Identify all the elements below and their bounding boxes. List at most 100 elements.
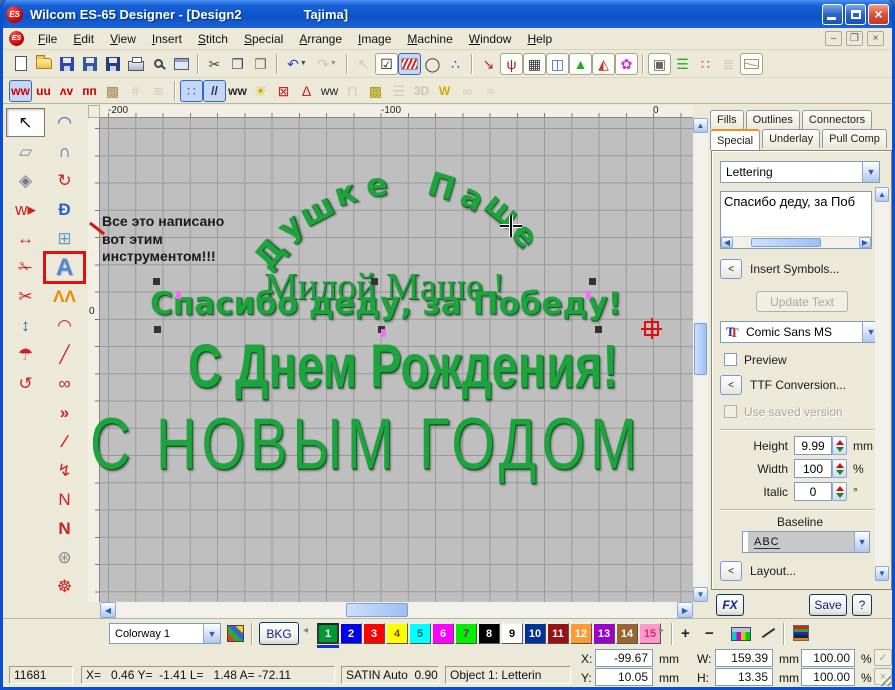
- panel-scrollbar[interactable]: ▲ ▼: [875, 187, 889, 581]
- satin-stitch-icon[interactable]: ww: [9, 80, 32, 102]
- mdi-minimize-button[interactable]: –: [825, 31, 842, 46]
- bkg-button[interactable]: BKG: [259, 622, 299, 645]
- print-preview-icon[interactable]: [147, 53, 170, 75]
- thread-colors-icon[interactable]: [731, 627, 751, 641]
- line-nodes-tool[interactable]: ╱: [45, 340, 84, 369]
- boxed-x-effect-icon[interactable]: ⊠: [272, 80, 295, 102]
- menu-machine[interactable]: Machine: [399, 29, 460, 49]
- mdi-close-button[interactable]: ×: [867, 31, 884, 46]
- stitch-player-icon[interactable]: [170, 53, 193, 75]
- hide-connectors-icon[interactable]: [760, 626, 776, 640]
- stitch-edit[interactable]: w▸: [6, 195, 45, 224]
- w-effect-icon[interactable]: W: [433, 80, 456, 102]
- resize-grip[interactable]: [878, 673, 891, 686]
- color-swatch-13[interactable]: 13: [593, 623, 615, 644]
- menu-image[interactable]: Image: [350, 29, 399, 49]
- panel-scroll-down-button[interactable]: ▼: [875, 566, 889, 581]
- arc-tool[interactable]: ◠: [45, 108, 84, 137]
- save-button[interactable]: Save: [809, 594, 847, 616]
- design-canvas[interactable]: -200-1000 0 ДушкеПаше Все это написано в…: [88, 105, 708, 618]
- textbox-hscrollbar[interactable]: ◀ ▶: [721, 236, 871, 248]
- vertical-scrollbar[interactable]: ▲ ▼: [693, 118, 708, 602]
- menu-window[interactable]: Window: [461, 29, 520, 49]
- update-text-button[interactable]: Update Text: [756, 291, 848, 312]
- grid-toggle-icon[interactable]: ▦: [523, 53, 546, 75]
- palette-prev-arrow[interactable]: ◂: [303, 625, 308, 636]
- fx-button[interactable]: FX: [716, 594, 744, 616]
- e-stitch-icon[interactable]: пп: [78, 80, 101, 102]
- x-field[interactable]: -99.67: [595, 649, 653, 667]
- send-to-mail-icon[interactable]: [740, 53, 763, 75]
- closed-outline-icon[interactable]: ◯: [421, 53, 444, 75]
- y-field[interactable]: 10.05: [595, 668, 653, 686]
- palette-next-arrow[interactable]: ▸: [659, 625, 664, 636]
- menu-insert[interactable]: Insert: [144, 29, 190, 49]
- contour-fill-icon[interactable]: ≋: [147, 80, 170, 102]
- mirror-d-tool[interactable]: Ð: [45, 195, 84, 224]
- print-icon[interactable]: [124, 53, 147, 75]
- auto-select-icon[interactable]: ↖: [352, 53, 375, 75]
- lettering-tool[interactable]: A: [45, 253, 84, 282]
- h-percent-field[interactable]: 100.00: [801, 668, 855, 686]
- w-percent-field[interactable]: 100.00: [801, 649, 855, 667]
- auto-sequence-icon[interactable]: ≣: [717, 53, 740, 75]
- colorway-selector[interactable]: Colorway 1▼: [109, 623, 221, 644]
- zigzag-stitch-type-icon[interactable]: ʌv: [55, 80, 78, 102]
- envelope-warp-1-icon[interactable]: ∞: [456, 80, 479, 102]
- tab-outlines[interactable]: Outlines: [746, 110, 800, 129]
- select-tool[interactable]: ↖: [6, 108, 45, 137]
- redo-icon[interactable]: ↷▼: [312, 53, 342, 75]
- touch-up-bitmap-icon[interactable]: ▣: [648, 53, 671, 75]
- menu-file[interactable]: File: [30, 29, 65, 49]
- tab-underlay[interactable]: Underlay: [762, 129, 820, 148]
- tab-special[interactable]: Special: [710, 129, 760, 150]
- scroll-right-button[interactable]: ▶: [859, 237, 871, 248]
- insert-symbols-expand-button[interactable]: <: [720, 259, 742, 279]
- new-design-icon[interactable]: [9, 53, 32, 75]
- palette-icon[interactable]: [227, 625, 244, 642]
- open-shape-tool[interactable]: N: [45, 485, 84, 514]
- pattern-fill-icon[interactable]: ▩: [364, 80, 387, 102]
- cut-icon[interactable]: ✂: [203, 53, 226, 75]
- undo-icon[interactable]: ↶▼: [282, 53, 312, 75]
- ttf-conversion-label[interactable]: TTF Conversion...: [750, 378, 846, 392]
- paste-icon[interactable]: ❒: [249, 53, 272, 75]
- color-swatch-12[interactable]: 12: [570, 623, 592, 644]
- stitch-angles-icon[interactable]: //: [203, 80, 226, 102]
- satin-fill-icon[interactable]: [398, 53, 421, 75]
- closed-shape-tool[interactable]: N: [45, 514, 84, 543]
- h-field[interactable]: 13.35: [715, 668, 773, 686]
- width-field[interactable]: 100: [794, 459, 832, 478]
- add-color-button[interactable]: +: [681, 625, 690, 642]
- color-swatch-8[interactable]: 8: [478, 623, 500, 644]
- scroll-left-button[interactable]: ◀: [721, 237, 733, 248]
- spacing-tool[interactable]: ↕: [6, 311, 45, 340]
- scroll-up-button[interactable]: ▲: [693, 118, 708, 133]
- small-satin-icon[interactable]: ww: [318, 80, 341, 102]
- mirror-c-tool[interactable]: ↻: [45, 166, 84, 195]
- use-saved-version-checkbox[interactable]: [724, 405, 737, 418]
- save-to-machine-icon[interactable]: [78, 53, 101, 75]
- w-field[interactable]: 159.39: [715, 649, 773, 667]
- color-swatch-10[interactable]: 10: [524, 623, 546, 644]
- close-button[interactable]: ×: [868, 4, 889, 25]
- baseline-combobox[interactable]: ABC ▼: [742, 531, 870, 553]
- italic-field[interactable]: 0: [794, 482, 832, 501]
- color-swatch-11[interactable]: 11: [547, 623, 569, 644]
- options-icon[interactable]: ☑: [375, 53, 398, 75]
- vscroll-thumb[interactable]: [694, 323, 707, 375]
- motif-fill-icon[interactable]: #: [124, 80, 147, 102]
- run-stitch-tool[interactable]: »: [45, 398, 84, 427]
- polygon-select[interactable]: ▱: [6, 137, 45, 166]
- color-swatch-15[interactable]: 15: [639, 623, 661, 644]
- envelope-warp-2-icon[interactable]: ≈: [479, 80, 502, 102]
- wheel-tool[interactable]: ☸: [45, 572, 84, 601]
- menu-arrange[interactable]: Arrange: [291, 29, 350, 49]
- menu-edit[interactable]: Edit: [65, 29, 102, 49]
- tab-connectors[interactable]: Connectors: [802, 110, 872, 129]
- chevron-down-icon[interactable]: ▼: [862, 162, 879, 182]
- run-stitch-mode-icon[interactable]: ∴: [444, 53, 467, 75]
- height-field[interactable]: 9.99: [794, 436, 832, 455]
- backdrop-icon[interactable]: ▲: [569, 53, 592, 75]
- scroll-right-button[interactable]: ▶: [677, 602, 693, 618]
